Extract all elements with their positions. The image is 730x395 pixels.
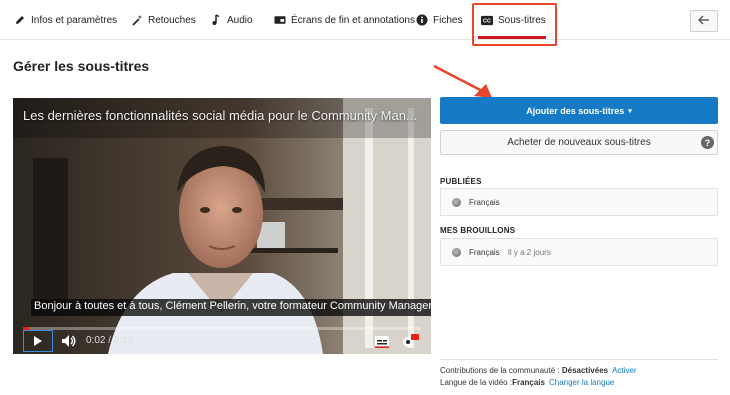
tab-label: Écrans de fin et annotations xyxy=(291,14,415,26)
active-tab-underline xyxy=(478,36,546,39)
subtitles-icon xyxy=(375,336,389,348)
tab-audio[interactable]: Audio xyxy=(210,0,253,40)
enable-community-link[interactable]: Activer xyxy=(612,366,636,375)
pencil-icon xyxy=(14,14,26,26)
back-button[interactable] xyxy=(690,10,718,32)
page-title: Gérer les sous-titres xyxy=(13,58,150,74)
volume-icon xyxy=(62,335,76,347)
subtitles-toggle-button[interactable] xyxy=(374,334,390,348)
help-icon[interactable]: ? xyxy=(701,136,714,149)
current-time: 0:02 xyxy=(86,335,106,346)
track-status-icon xyxy=(452,247,461,257)
tab-ecrans-de-fin[interactable]: Écrans de fin et annotations xyxy=(274,0,415,40)
published-section-label: PUBLIÉES xyxy=(440,177,482,186)
published-track-language: Français xyxy=(469,197,500,207)
community-value: Désactivées xyxy=(561,366,609,375)
tab-label: Sous-titres xyxy=(498,14,546,26)
volume-button[interactable] xyxy=(61,334,77,348)
tab-fiches[interactable]: Fiches xyxy=(416,0,462,40)
end-screen-icon xyxy=(274,14,286,26)
tab-sous-titres[interactable]: CC Sous-titres xyxy=(481,0,546,40)
gear-icon xyxy=(403,334,419,347)
track-status-icon xyxy=(452,197,461,207)
play-button[interactable] xyxy=(23,330,53,352)
music-note-icon xyxy=(210,14,222,26)
language-value: Français xyxy=(512,378,545,387)
tab-label: Retouches xyxy=(148,14,196,26)
community-label: Contributions de la communauté : xyxy=(440,366,562,375)
play-icon xyxy=(34,336,42,346)
add-subtitles-button[interactable]: Ajouter des sous-titres ▾ xyxy=(440,97,718,124)
subtitle-caption: Bonjour à toutes et à tous, Clément Pell… xyxy=(31,299,431,316)
time-separator: / xyxy=(108,335,112,346)
draft-track-row[interactable]: Français Il y a 2 jours xyxy=(440,238,718,266)
chevron-down-icon: ▾ xyxy=(628,107,632,115)
tab-retouches[interactable]: Retouches xyxy=(131,0,196,40)
video-title: Les dernières fonctionnalités social méd… xyxy=(23,108,417,123)
buy-subtitles-label: Acheter de nouveaux sous-titres xyxy=(507,137,651,148)
buy-subtitles-button[interactable]: Acheter de nouveaux sous-titres xyxy=(440,130,718,155)
video-player[interactable]: Les dernières fonctionnalités social méd… xyxy=(13,98,431,354)
tab-label: Infos et paramètres xyxy=(31,14,118,26)
back-arrow-icon xyxy=(698,12,710,30)
time-display: 0:02 / 2:13 xyxy=(86,335,133,346)
video-language-line: Langue de la vidéo :Français Changer la l… xyxy=(440,378,614,387)
settings-button[interactable] xyxy=(401,333,419,349)
cc-icon: CC xyxy=(481,14,493,26)
info-circle-icon xyxy=(416,14,428,26)
tab-infos-parametres[interactable]: Infos et paramètres xyxy=(14,0,117,40)
add-subtitles-label: Ajouter des sous-titres xyxy=(526,105,625,116)
duration: 2:13 xyxy=(113,335,134,346)
draft-track-language: Français xyxy=(469,247,500,257)
tab-label: Fiches xyxy=(433,14,463,26)
tab-bar: Infos et paramètres Retouches Audio Écra… xyxy=(0,0,730,40)
change-language-link[interactable]: Changer la langue xyxy=(549,378,614,387)
draft-track-timestamp: Il y a 2 jours xyxy=(507,247,551,257)
svg-text:CC: CC xyxy=(483,18,491,24)
drafts-section-label: MES BROUILLONS xyxy=(440,226,516,235)
language-label: Langue de la vidéo : xyxy=(440,378,513,387)
published-track-row[interactable]: Français xyxy=(440,188,718,216)
magic-wand-icon xyxy=(131,14,143,26)
community-contributions-line: Contributions de la communauté : Désacti… xyxy=(440,366,637,375)
divider xyxy=(440,359,718,360)
tab-label: Audio xyxy=(227,14,253,26)
player-controls: 0:02 / 2:13 xyxy=(13,330,431,354)
